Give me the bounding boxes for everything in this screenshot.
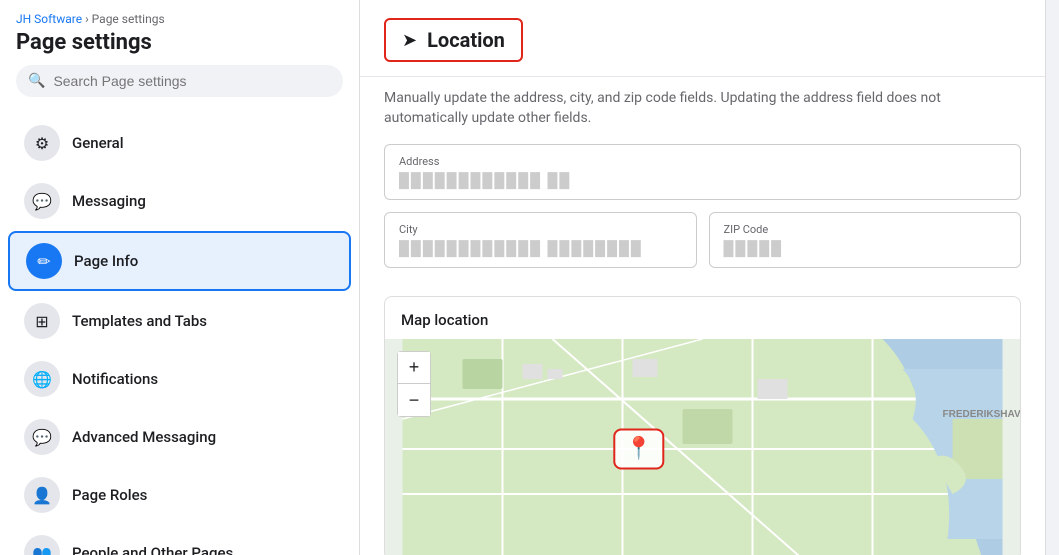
breadcrumb-separator: › — [82, 12, 92, 26]
sidebar-item-messaging[interactable]: 💬 Messaging — [8, 173, 351, 229]
map-pin-wrapper[interactable]: 📍 — [613, 429, 664, 470]
sidebar: JH Software › Page settings Page setting… — [0, 0, 360, 555]
map-section: Map location — [384, 296, 1021, 555]
location-arrow-icon: ➤ — [402, 30, 417, 51]
zoom-in-button[interactable]: + — [398, 352, 430, 384]
notifications-icon: 🌐 — [24, 361, 60, 397]
map-svg: FREDERIKSHAVN — [385, 339, 1020, 555]
form-section: Address ████████████ ██ City ███████████… — [360, 144, 1045, 296]
city-value: ████████████ ████████ — [399, 240, 682, 257]
sidebar-item-notifications[interactable]: 🌐 Notifications — [8, 351, 351, 407]
breadcrumb-company[interactable]: JH Software — [16, 12, 82, 26]
search-icon: 🔍 — [28, 73, 45, 89]
page-info-icon: ✏ — [26, 243, 62, 279]
location-description: Manually update the address, city, and z… — [360, 77, 1045, 144]
map-pin-icon: 📍 — [625, 437, 652, 462]
location-title-box: ➤ Location — [384, 18, 523, 62]
city-label: City — [399, 223, 682, 236]
sidebar-item-label-page-roles: Page Roles — [72, 486, 147, 504]
sidebar-item-page-info[interactable]: ✏ Page Info — [8, 231, 351, 291]
address-field[interactable]: Address ████████████ ██ — [384, 144, 1021, 200]
zip-value: █████ — [724, 240, 1007, 257]
sidebar-item-label-page-info: Page Info — [74, 252, 138, 270]
messaging-icon: 💬 — [24, 183, 60, 219]
page-title: Page settings — [16, 30, 343, 55]
map-area[interactable]: FREDERIKSHAVN + − 📍 — [385, 339, 1020, 555]
city-field[interactable]: City ████████████ ████████ — [384, 212, 697, 268]
sidebar-item-label-messaging: Messaging — [72, 192, 146, 210]
address-label: Address — [399, 155, 1006, 168]
breadcrumb: JH Software › Page settings — [16, 12, 343, 26]
sidebar-item-page-roles[interactable]: 👤 Page Roles — [8, 467, 351, 523]
breadcrumb-page: Page settings — [92, 12, 165, 26]
sidebar-item-general[interactable]: ⚙ General — [8, 115, 351, 171]
map-pin-box: 📍 — [613, 429, 664, 470]
sidebar-item-label-templates: Templates and Tabs — [72, 312, 207, 330]
sidebar-item-advanced-messaging[interactable]: 💬 Advanced Messaging — [8, 409, 351, 465]
page-roles-icon: 👤 — [24, 477, 60, 513]
location-header: ➤ Location — [360, 0, 1045, 77]
search-box: 🔍 — [16, 65, 343, 97]
search-input[interactable] — [53, 73, 331, 89]
people-icon: 👥 — [24, 535, 60, 555]
address-value: ████████████ ██ — [399, 172, 1006, 189]
sidebar-header: JH Software › Page settings Page setting… — [0, 0, 359, 113]
map-zoom-controls: + − — [397, 351, 431, 417]
sidebar-nav: ⚙ General 💬 Messaging ✏ Page Info ⊞ Temp… — [0, 113, 359, 555]
svg-text:FREDERIKSHAVN: FREDERIKSHAVN — [943, 409, 1021, 420]
zip-label: ZIP Code — [724, 223, 1007, 236]
sidebar-item-label-notifications: Notifications — [72, 370, 158, 388]
sidebar-item-people-other-pages[interactable]: 👥 People and Other Pages — [8, 525, 351, 555]
sidebar-item-label-advanced-messaging: Advanced Messaging — [72, 428, 216, 446]
zip-field[interactable]: ZIP Code █████ — [709, 212, 1022, 268]
location-title: Location — [427, 28, 505, 52]
scrollbar-area — [1045, 0, 1059, 555]
main-content: ➤ Location Manually update the address, … — [360, 0, 1045, 555]
sidebar-item-label-general: General — [72, 134, 124, 152]
advanced-messaging-icon: 💬 — [24, 419, 60, 455]
general-icon: ⚙ — [24, 125, 60, 161]
city-zip-row: City ████████████ ████████ ZIP Code ████… — [384, 212, 1021, 280]
zoom-out-button[interactable]: − — [398, 384, 430, 416]
sidebar-item-label-people: People and Other Pages — [72, 544, 233, 555]
sidebar-item-templates-tabs[interactable]: ⊞ Templates and Tabs — [8, 293, 351, 349]
templates-icon: ⊞ — [24, 303, 60, 339]
map-label: Map location — [385, 297, 1020, 339]
